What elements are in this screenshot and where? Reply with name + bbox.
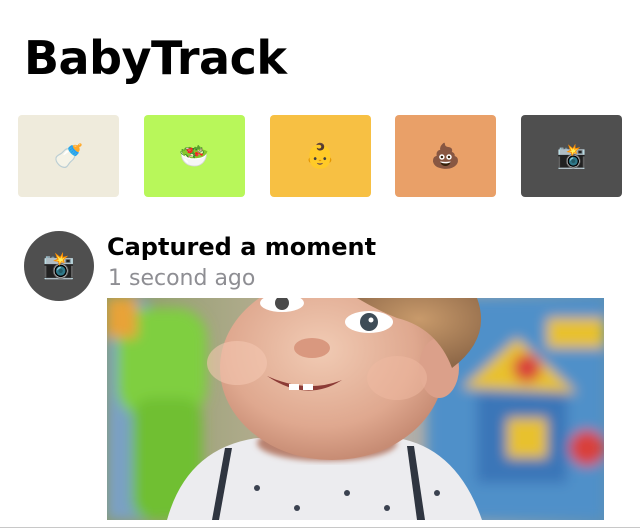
camera-flash-icon: 📸 <box>556 142 587 170</box>
diaper-button[interactable]: 💩 <box>395 115 497 197</box>
poop-icon: 💩 <box>430 142 461 170</box>
app-screen: BabyTrack 🍼 🥗 👶 💩 📸 📸 Captured a moment … <box>0 0 640 530</box>
feed-item[interactable]: 📸 Captured a moment 1 second ago <box>24 229 624 529</box>
bottle-button[interactable]: 🍼 <box>18 115 119 197</box>
baby-bottle-icon: 🍼 <box>53 142 84 170</box>
event-timestamp: 1 second ago <box>108 266 256 291</box>
solid-food-button[interactable]: 🥗 <box>143 115 245 197</box>
avatar: 📸 <box>24 231 94 301</box>
quick-action-bar: 🍼 🥗 👶 💩 📸 <box>18 115 622 197</box>
baby-face-icon: 👶 <box>305 142 335 170</box>
baby-button[interactable]: 👶 <box>269 115 371 197</box>
moment-photo[interactable] <box>107 298 604 520</box>
green-salad-icon: 🥗 <box>179 142 210 170</box>
event-title: Captured a moment <box>107 233 377 261</box>
baby-photo-image <box>107 298 604 520</box>
camera-flash-icon: 📸 <box>42 251 76 281</box>
bottom-divider <box>0 527 640 528</box>
page-title: BabyTrack <box>24 31 287 85</box>
camera-button[interactable]: 📸 <box>521 115 622 197</box>
